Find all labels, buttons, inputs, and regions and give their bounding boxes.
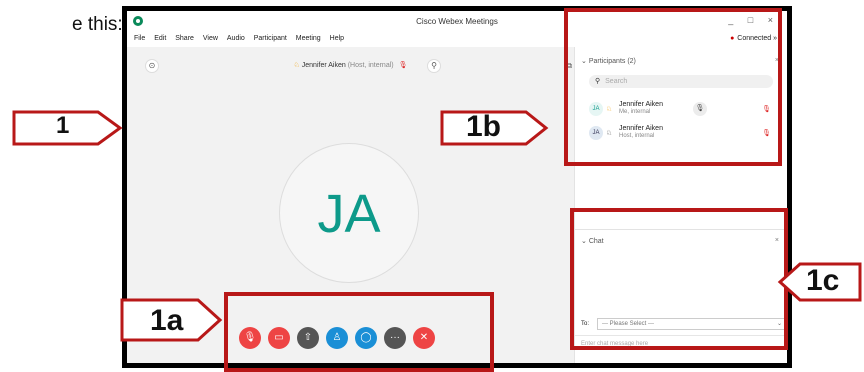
label-1b: 1b bbox=[466, 110, 502, 143]
label-1a: 1a bbox=[150, 304, 184, 337]
label-1: 1 bbox=[56, 112, 70, 139]
callout-arrows bbox=[12, 110, 862, 342]
label-1c: 1c bbox=[806, 264, 840, 297]
tutorial-figure: e this: Cisco Webex Meetings _ □ × File … bbox=[0, 0, 864, 372]
